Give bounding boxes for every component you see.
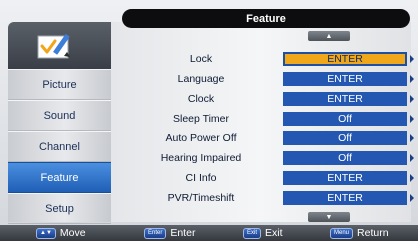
menu-row-value[interactable]: Off — [283, 131, 407, 145]
scroll-down-button[interactable]: ▼ — [308, 212, 350, 222]
menu-row-clock[interactable]: Clock ENTER — [122, 90, 414, 108]
exit-key-icon: Exit — [243, 227, 262, 239]
menu-row-ci-info[interactable]: CI Info ENTER — [122, 169, 414, 187]
menu-row-lock[interactable]: Lock ENTER — [122, 50, 414, 68]
sidebar-item-feature[interactable]: Feature — [8, 162, 111, 193]
menu-row-label: Sleep Timer — [172, 113, 230, 125]
tv-menu-screen: Picture Sound Channel Feature Setup Feat… — [0, 0, 418, 241]
sidebar-item-label: Picture — [42, 78, 77, 91]
sidebar-item-picture[interactable]: Picture — [8, 69, 111, 100]
menu-row-pvr-timeshift[interactable]: PVR/Timeshift ENTER — [122, 189, 414, 207]
menu-row-value[interactable]: ENTER — [283, 52, 407, 66]
menu-row-sleep-timer[interactable]: Sleep Timer Off — [122, 110, 414, 128]
menu-row-auto-power-off[interactable]: Auto Power Off Off — [122, 129, 414, 147]
sidebar-item-label: Channel — [39, 140, 80, 153]
menu-row-language[interactable]: Language ENTER — [122, 70, 414, 88]
arrow-keys-icon: ▲▼ — [36, 227, 56, 239]
hint-label: Exit — [265, 227, 283, 239]
sidebar: Picture Sound Channel Feature Setup — [8, 22, 111, 224]
hint-exit: Exit Exit — [243, 225, 283, 241]
menu-row-hearing-impaired[interactable]: Hearing Impaired Off — [122, 149, 414, 167]
chevron-down-icon: ▼ — [325, 213, 333, 221]
chevron-right-icon — [410, 154, 414, 162]
hint-enter: Enter Enter — [144, 225, 195, 241]
menu-row-label: PVR/Timeshift — [167, 192, 235, 204]
hint-return: Menu Return — [330, 225, 389, 241]
menu-row-value[interactable]: Off — [283, 151, 407, 165]
menu-row-label: CI Info — [185, 172, 217, 184]
chevron-right-icon — [410, 174, 414, 182]
menu-row-value[interactable]: ENTER — [283, 92, 407, 106]
chevron-right-icon — [410, 115, 414, 123]
chevron-right-icon — [410, 75, 414, 83]
hint-label: Enter — [170, 227, 196, 239]
menu-row-label: Clock — [187, 93, 215, 105]
menu-row-label: Lock — [189, 53, 213, 65]
footer-hint-bar: ▲▼ Move Enter Enter Exit Exit Menu Retur… — [0, 225, 418, 241]
hint-label: Return — [357, 227, 389, 239]
sidebar-item-setup[interactable]: Setup — [8, 193, 111, 224]
sidebar-item-channel[interactable]: Channel — [8, 131, 111, 162]
menu-row-value[interactable]: ENTER — [283, 191, 407, 205]
menu-row-label: Hearing Impaired — [160, 152, 242, 164]
menu-header: Feature — [122, 9, 410, 28]
enter-key-icon: Enter — [144, 227, 167, 239]
page-title: Feature — [246, 12, 286, 25]
chevron-right-icon — [410, 194, 414, 202]
hint-label: Move — [59, 227, 86, 239]
menu-row-label: Language — [177, 73, 225, 85]
menu-row-value[interactable]: ENTER — [283, 72, 407, 86]
menu-key-icon: Menu — [330, 227, 354, 239]
chevron-right-icon — [410, 134, 414, 142]
sidebar-header — [8, 22, 111, 69]
sidebar-item-sound[interactable]: Sound — [8, 100, 111, 131]
menu-row-value[interactable]: ENTER — [283, 171, 407, 185]
chevron-right-icon — [410, 95, 414, 103]
menu-row-label: Auto Power Off — [165, 132, 237, 144]
sidebar-item-label: Setup — [45, 202, 74, 215]
scroll-up-button[interactable]: ▲ — [308, 31, 350, 41]
feature-settings-icon — [37, 33, 70, 59]
hint-move: ▲▼ Move — [36, 225, 86, 241]
chevron-right-icon — [410, 55, 414, 63]
menu-row-value[interactable]: Off — [283, 112, 407, 126]
sidebar-item-label: Feature — [40, 171, 79, 184]
sidebar-item-label: Sound — [43, 109, 76, 122]
chevron-up-icon: ▲ — [325, 32, 333, 40]
